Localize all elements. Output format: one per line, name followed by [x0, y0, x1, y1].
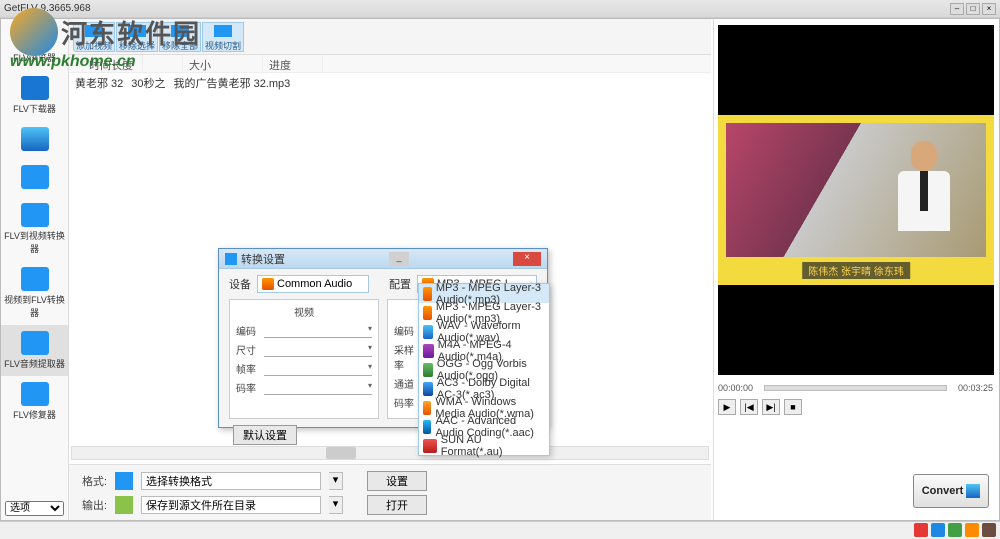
tray-icon[interactable] [914, 523, 928, 537]
list-cell: 我的广告黄老邪 32.mp3 [174, 75, 291, 87]
time-end: 00:03:25 [947, 383, 993, 393]
col-type [143, 55, 183, 72]
maximize-button[interactable]: □ [966, 3, 980, 15]
video-subtitle: 陈伟杰 张宇晴 徐东玮 [802, 262, 910, 279]
wma-icon [423, 401, 431, 415]
sidebar-item-repair[interactable]: FLV修复器 [1, 376, 68, 427]
close-button[interactable]: × [982, 3, 996, 15]
list-cell: 黄老邪 32 [75, 75, 123, 87]
sidebar-item-tool3[interactable] [1, 121, 68, 159]
format-icon [115, 472, 133, 490]
video-size-select[interactable] [264, 343, 372, 357]
format-dropdown-icon[interactable]: ▾ [329, 472, 343, 490]
format-input[interactable] [141, 472, 321, 490]
col-checkbox [69, 55, 83, 72]
statusbar [0, 521, 1000, 539]
tray-icon[interactable] [931, 523, 945, 537]
open-button[interactable]: 打开 [367, 495, 427, 515]
device-label: 设备 [229, 276, 251, 292]
dialog-icon [225, 253, 237, 265]
convert-label: Convert [922, 485, 964, 497]
col-progress: 进度 [263, 55, 323, 72]
mp3-icon [423, 306, 432, 320]
aac-icon [423, 420, 431, 434]
wav-icon [423, 325, 433, 339]
video-fps-select[interactable] [264, 362, 372, 376]
dialog-close[interactable]: × [513, 252, 541, 266]
ogg-icon [423, 363, 433, 377]
mp3-icon [423, 287, 432, 301]
sidebar-item-video-to-flv[interactable]: 视频到FLV转换器 [1, 261, 68, 325]
dropdown-item[interactable]: SUN AU Format(*.au) [419, 436, 549, 455]
next-frame-button[interactable]: ▶| [762, 399, 780, 415]
options-select[interactable]: 选项 [5, 501, 64, 516]
player-controls: ▶ |◀ ▶| ■ [718, 399, 993, 415]
dialog-title: 转换设置 [241, 251, 285, 267]
toolbar: 添加视频 移除选择 移除全部 视频切割 [69, 19, 711, 55]
default-settings-button[interactable]: 默认设置 [233, 425, 297, 445]
system-tray [914, 523, 996, 537]
window-controls: – □ × [950, 3, 996, 15]
prev-frame-button[interactable]: |◀ [740, 399, 758, 415]
stop-button[interactable]: ■ [784, 399, 802, 415]
config-label: 配置 [389, 276, 411, 292]
video-bitrate-select[interactable] [264, 381, 372, 395]
timeline: 00:00:00 00:03:25 [718, 379, 993, 397]
output-label: 输出: [77, 497, 107, 513]
video-group: 视频 编码 尺寸 帧率 码率 [229, 299, 379, 419]
sidebar-item-flv-to-video[interactable]: FLV到视频转换器 [1, 197, 68, 261]
output-dropdown-icon[interactable]: ▾ [329, 496, 343, 514]
dialog-titlebar[interactable]: 转换设置 _ × [219, 249, 547, 269]
app-title: GetFLV 9.3665.968 [4, 3, 91, 14]
sidebar-item-browser[interactable]: FLV浏览器 [1, 19, 68, 70]
window-titlebar: GetFLV 9.3665.968 – □ × [0, 0, 1000, 18]
sidebar: FLV浏览器 FLV下载器 FLV到视频转换器 视频到FLV转换器 FLV音频提… [1, 19, 69, 520]
preview-panel: 陈伟杰 张宇晴 徐东玮 00:00:00 00:03:25 ▶ |◀ ▶| ■ … [713, 19, 999, 520]
video-codec-select[interactable] [264, 324, 372, 338]
list-header: 时间长度 大小 进度 [69, 55, 711, 73]
col-duration: 时间长度 [83, 55, 143, 72]
list-row[interactable]: 黄老邪 32 30秒之 我的广告黄老邪 32.mp3 [69, 73, 711, 89]
convert-button[interactable]: Convert [913, 474, 989, 508]
time-start: 00:00:00 [718, 383, 764, 393]
toolbar-remove-sel[interactable]: 移除选择 [116, 22, 158, 52]
ac3-icon [423, 382, 433, 396]
toolbar-video-cut[interactable]: 视频切割 [202, 22, 244, 52]
tray-icon[interactable] [982, 523, 996, 537]
tray-icon[interactable] [965, 523, 979, 537]
bottom-bar: 格式: ▾ 设置 输出: ▾ 打开 [69, 464, 711, 520]
video-player[interactable]: 陈伟杰 张宇晴 徐东玮 [718, 25, 994, 375]
toolbar-add-video[interactable]: 添加视频 [73, 22, 115, 52]
col-size: 大小 [183, 55, 263, 72]
play-button[interactable]: ▶ [718, 399, 736, 415]
dialog-minimize[interactable]: _ [389, 252, 409, 266]
list-cell: 30秒之 [131, 75, 165, 87]
sidebar-item-tool4[interactable] [1, 159, 68, 197]
minimize-button[interactable]: – [950, 3, 964, 15]
m4a-icon [423, 344, 434, 358]
device-select[interactable]: Common Audio [257, 275, 369, 293]
settings-button[interactable]: 设置 [367, 471, 427, 491]
video-scene [726, 123, 986, 257]
output-input[interactable] [141, 496, 321, 514]
convert-icon [966, 484, 980, 498]
tray-icon[interactable] [948, 523, 962, 537]
sidebar-item-downloader[interactable]: FLV下载器 [1, 70, 68, 121]
toolbar-remove-all[interactable]: 移除全部 [159, 22, 201, 52]
output-icon [115, 496, 133, 514]
format-label: 格式: [77, 473, 107, 489]
au-icon [423, 439, 437, 453]
sidebar-options[interactable]: 选项 [5, 501, 64, 516]
seek-track[interactable] [764, 385, 947, 391]
format-dropdown: MP3 - MPEG Layer-3 Audio(*.mp3) MP3 - MP… [418, 283, 550, 456]
sidebar-item-audio-extractor[interactable]: FLV音频提取器 [1, 325, 68, 376]
music-icon [262, 278, 274, 290]
video-frame: 陈伟杰 张宇晴 徐东玮 [718, 115, 994, 285]
